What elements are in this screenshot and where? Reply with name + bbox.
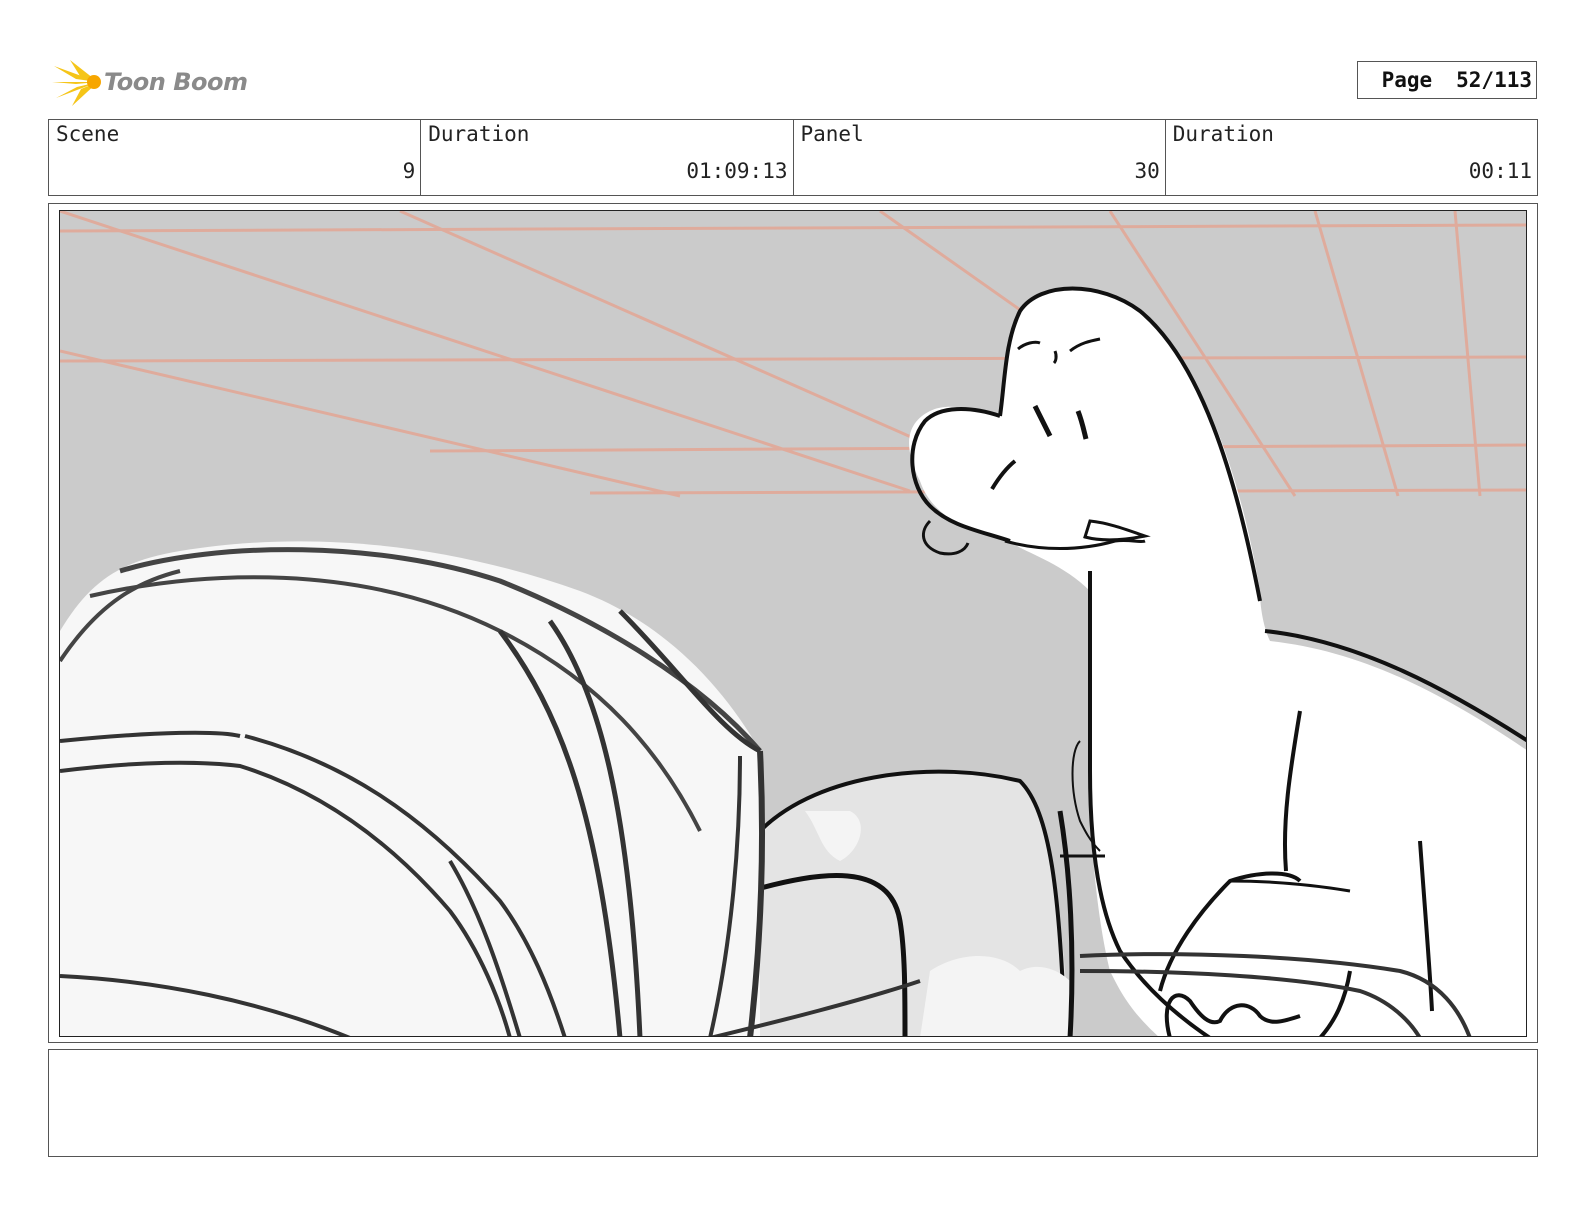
- panel-duration-label: Duration: [1172, 122, 1274, 146]
- storyboard-panel-image: [59, 210, 1527, 1037]
- panel-duration-cell: Duration 00:11: [1166, 120, 1537, 195]
- scene-duration-label: Duration: [428, 122, 530, 146]
- panel-label: Panel: [800, 122, 864, 146]
- page-indicator: Page 52/113: [1357, 61, 1537, 99]
- scene-cell: Scene 9: [49, 120, 422, 195]
- foreground-vehicle: [60, 541, 765, 1036]
- panel-duration-value: 00:11: [1468, 159, 1532, 183]
- background-shape: [749, 769, 1070, 1036]
- panel-notes: [48, 1049, 1538, 1157]
- storyboard-sketch: [60, 211, 1526, 1036]
- scene-duration-value: 01:09:13: [686, 159, 788, 183]
- scene-value: 9: [402, 159, 416, 183]
- scene-duration-cell: Duration 01:09:13: [421, 120, 794, 195]
- toon-boom-logo: Toon Boom: [50, 52, 250, 112]
- page-number: 52/113: [1456, 68, 1532, 92]
- panel-cell: Panel 30: [794, 120, 1166, 195]
- scene-label: Scene: [56, 122, 120, 146]
- logo-text: Toon Boom: [104, 68, 248, 96]
- panel-value: 30: [1134, 159, 1160, 183]
- page-label: Page: [1381, 68, 1433, 92]
- scene-info-table: Scene 9 Duration 01:09:13 Panel 30 Durat…: [48, 119, 1538, 196]
- toon-boom-burst-icon: [52, 60, 101, 106]
